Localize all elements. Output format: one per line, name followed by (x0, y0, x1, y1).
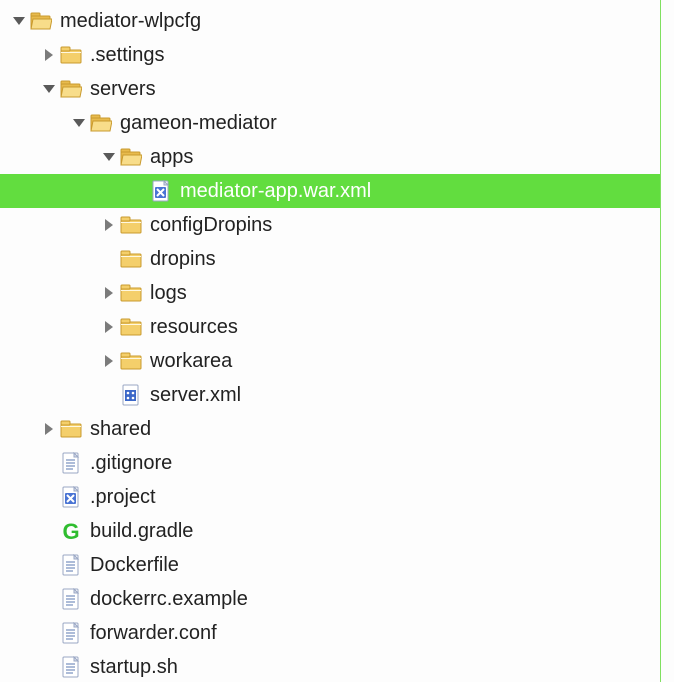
indent (0, 531, 42, 532)
tree-item[interactable]: dockerrc.example (0, 582, 660, 616)
tree-item[interactable]: build.gradle (0, 514, 660, 548)
tree-item-label: workarea (150, 344, 232, 378)
folder-open-icon (30, 10, 52, 32)
indent (0, 259, 102, 260)
folder-icon (120, 350, 142, 372)
indent (0, 361, 102, 362)
disclosure-down-icon[interactable] (72, 116, 86, 130)
folder-icon (120, 282, 142, 304)
disclosure-right-icon[interactable] (102, 354, 116, 368)
tree-item[interactable]: logs (0, 276, 660, 310)
tree-item-label: server.xml (150, 378, 241, 412)
indent (0, 55, 42, 56)
tree-item[interactable]: forwarder.conf (0, 616, 660, 650)
xml-icon (150, 180, 172, 202)
tree-item-label: mediator-app.war.xml (180, 174, 371, 208)
tree-item-label: Dockerfile (90, 548, 179, 582)
tree-item[interactable]: dropins (0, 242, 660, 276)
disclosure-down-icon[interactable] (42, 82, 56, 96)
folder-icon (60, 44, 82, 66)
indent (0, 327, 102, 328)
xml-blue-icon (120, 384, 142, 406)
folder-icon (120, 248, 142, 270)
tree-item-label: logs (150, 276, 187, 310)
folder-icon (60, 418, 82, 440)
indent (0, 429, 42, 430)
tree-item-label: apps (150, 140, 193, 174)
file-icon (60, 588, 82, 610)
folder-icon (120, 316, 142, 338)
tree-item[interactable]: workarea (0, 344, 660, 378)
gradle-icon (60, 520, 82, 542)
tree-item[interactable]: servers (0, 72, 660, 106)
disclosure-down-icon[interactable] (12, 14, 26, 28)
tree-item-label: .project (90, 480, 156, 514)
file-icon (60, 452, 82, 474)
tree-item[interactable]: .gitignore (0, 446, 660, 480)
disclosure-right-icon[interactable] (102, 218, 116, 232)
tree-item[interactable]: mediator-app.war.xml (0, 174, 660, 208)
tree-item-label: configDropins (150, 208, 272, 242)
indent (0, 667, 42, 668)
tree-item-label: startup.sh (90, 650, 178, 682)
indent (0, 565, 42, 566)
file-tree: mediator-wlpcfg.settingsserversgameon-me… (0, 0, 661, 682)
tree-item-label: resources (150, 310, 238, 344)
tree-item[interactable]: resources (0, 310, 660, 344)
tree-item[interactable]: server.xml (0, 378, 660, 412)
indent (0, 463, 42, 464)
indent (0, 89, 42, 90)
file-icon (60, 622, 82, 644)
xml-icon (60, 486, 82, 508)
tree-item[interactable]: startup.sh (0, 650, 660, 682)
tree-item-label: gameon-mediator (120, 106, 277, 140)
tree-item[interactable]: .settings (0, 38, 660, 72)
folder-open-icon (90, 112, 112, 134)
folder-open-icon (120, 146, 142, 168)
file-icon (60, 554, 82, 576)
tree-item-label: dropins (150, 242, 216, 276)
tree-item[interactable]: mediator-wlpcfg (0, 4, 660, 38)
tree-item[interactable]: shared (0, 412, 660, 446)
tree-item-label: dockerrc.example (90, 582, 248, 616)
disclosure-right-icon[interactable] (102, 320, 116, 334)
file-icon (60, 656, 82, 678)
indent (0, 21, 12, 22)
tree-item-label: servers (90, 72, 156, 106)
tree-item-label: build.gradle (90, 514, 193, 548)
folder-open-icon (60, 78, 82, 100)
tree-item-label: shared (90, 412, 151, 446)
indent (0, 191, 132, 192)
indent (0, 225, 102, 226)
indent (0, 293, 102, 294)
tree-item-label: mediator-wlpcfg (60, 4, 201, 38)
indent (0, 123, 72, 124)
tree-item[interactable]: configDropins (0, 208, 660, 242)
disclosure-right-icon[interactable] (42, 422, 56, 436)
tree-item[interactable]: .project (0, 480, 660, 514)
tree-item-label: .settings (90, 38, 164, 72)
disclosure-right-icon[interactable] (42, 48, 56, 62)
indent (0, 497, 42, 498)
indent (0, 633, 42, 634)
folder-icon (120, 214, 142, 236)
disclosure-right-icon[interactable] (102, 286, 116, 300)
indent (0, 395, 102, 396)
disclosure-down-icon[interactable] (102, 150, 116, 164)
tree-item[interactable]: Dockerfile (0, 548, 660, 582)
tree-item-label: forwarder.conf (90, 616, 217, 650)
tree-item[interactable]: apps (0, 140, 660, 174)
indent (0, 157, 102, 158)
indent (0, 599, 42, 600)
tree-item-label: .gitignore (90, 446, 172, 480)
tree-item[interactable]: gameon-mediator (0, 106, 660, 140)
